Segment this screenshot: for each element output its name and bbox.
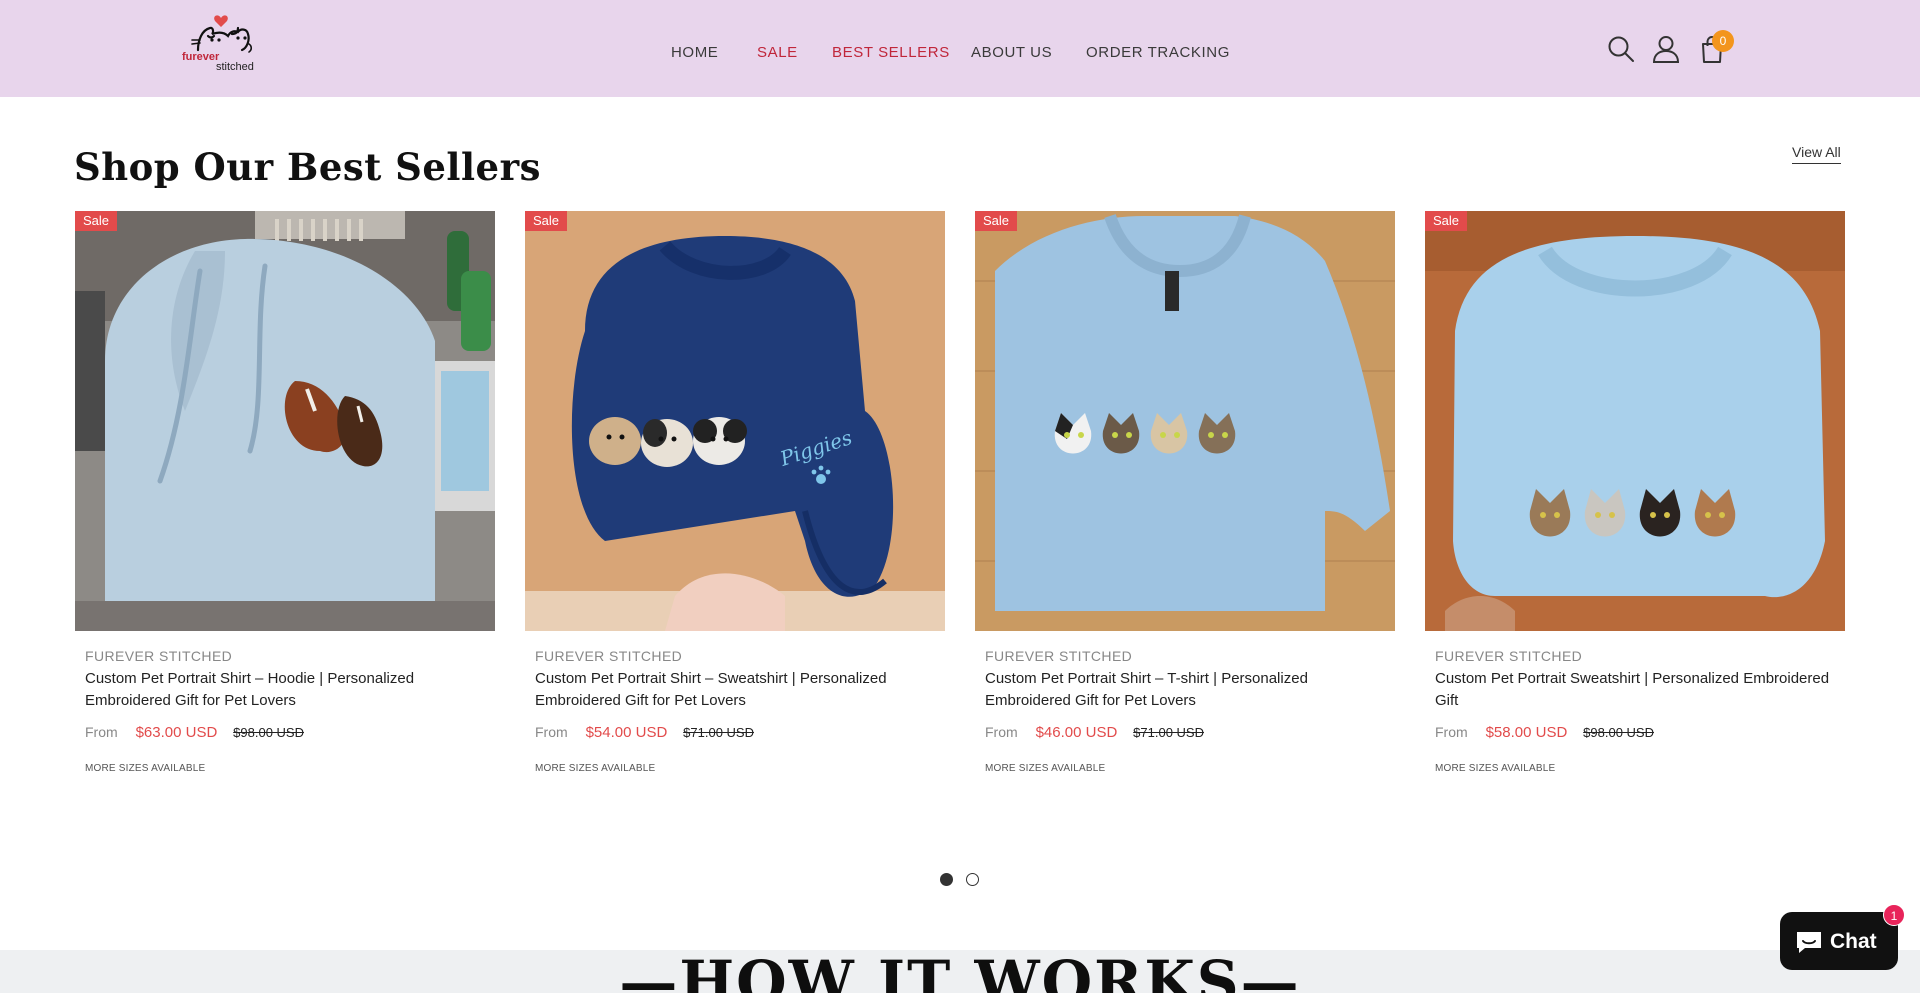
nav-order-tracking[interactable]: ORDER TRACKING [1086,43,1230,63]
guinea-pig-faces [589,417,747,467]
product-vendor: FUREVER STITCHED [535,648,683,664]
carousel-dot-1[interactable] [940,873,953,886]
product-card[interactable]: Sale FUREVER STITCHED Custom Pet Portrai… [1425,211,1845,791]
product-title[interactable]: Custom Pet Portrait Shirt – Hoodie | Per… [85,668,485,712]
product-image[interactable]: Sale [975,211,1395,631]
product-image[interactable]: Piggies Sale [525,211,945,631]
product-prices: From $46.00 USD $71.00 USD [985,724,1204,741]
sale-badge: Sale [1425,211,1468,231]
cart-count-badge: 0 [1712,30,1734,52]
sale-price: $46.00 USD [1035,724,1118,741]
section-title: Shop Our Best Sellers [74,145,541,189]
product-prices: From $63.00 USD $98.00 USD [85,724,304,741]
compare-price: $71.00 USD [1133,725,1204,740]
product-prices: From $54.00 USD $71.00 USD [535,724,754,741]
product-vendor: FUREVER STITCHED [85,648,233,664]
sale-badge: Sale [75,211,118,231]
tshirt-cats-image [975,211,1395,631]
nav-best-sellers[interactable]: BEST SELLERS [832,43,950,63]
price-from-label: From [85,724,118,740]
chat-button[interactable]: Chat [1780,912,1898,970]
price-from-label: From [1435,724,1468,740]
product-title[interactable]: Custom Pet Portrait Shirt – Sweatshirt |… [535,668,935,712]
view-all-link[interactable]: View All [1792,144,1841,164]
sweatshirt-cats-image [1425,211,1845,631]
product-card[interactable]: Sale FUREVER STITCHED Custom Pet Portrai… [75,211,495,791]
sale-price: $54.00 USD [585,724,668,741]
sweatshirt-guinea-pigs-image: Piggies [525,211,945,631]
sale-badge: Sale [975,211,1018,231]
price-from-label: From [535,724,568,740]
logo-word-stitched: stitched [216,61,254,73]
sale-price: $58.00 USD [1485,724,1568,741]
product-title[interactable]: Custom Pet Portrait Shirt – T-shirt | Pe… [985,668,1385,712]
compare-price: $98.00 USD [1583,725,1654,740]
nav-home[interactable]: HOME [671,43,718,63]
search-icon[interactable] [1606,34,1636,64]
price-from-label: From [985,724,1018,740]
more-sizes-note: MORE SIZES AVAILABLE [535,763,656,774]
how-it-works-title: —HOW IT WORKS— [619,950,1301,993]
chat-unread-badge: 1 [1883,904,1905,926]
site-header: furever stitched HOME SALE BEST SELLERS … [0,0,1920,97]
more-sizes-note: MORE SIZES AVAILABLE [1435,763,1556,774]
site-logo[interactable]: furever stitched [180,10,264,74]
product-card[interactable]: Sale FUREVER STITCHED Custom Pet Portrai… [975,211,1395,791]
sale-badge: Sale [525,211,568,231]
product-prices: From $58.00 USD $98.00 USD [1435,724,1654,741]
carousel-dot-2[interactable] [966,873,979,886]
product-image[interactable]: Sale [75,211,495,631]
nav-about-us[interactable]: ABOUT US [971,43,1052,63]
more-sizes-note: MORE SIZES AVAILABLE [85,763,206,774]
nav-sale[interactable]: SALE [757,43,798,63]
account-icon[interactable] [1651,34,1681,64]
chat-label: Chat [1830,930,1877,953]
product-title[interactable]: Custom Pet Portrait Sweatshirt | Persona… [1435,668,1835,712]
product-image[interactable]: Sale [1425,211,1845,631]
product-vendor: FUREVER STITCHED [985,648,1133,664]
sale-price: $63.00 USD [135,724,218,741]
compare-price: $98.00 USD [233,725,304,740]
product-card[interactable]: Piggies Sale FUREVER STITCHED Custom Pet… [525,211,945,791]
chat-bubble-icon [1797,932,1821,953]
how-it-works-section: —HOW IT WORKS— [0,950,1920,993]
product-vendor: FUREVER STITCHED [1435,648,1583,664]
more-sizes-note: MORE SIZES AVAILABLE [985,763,1106,774]
compare-price: $71.00 USD [683,725,754,740]
hoodie-horses-image [75,211,495,631]
